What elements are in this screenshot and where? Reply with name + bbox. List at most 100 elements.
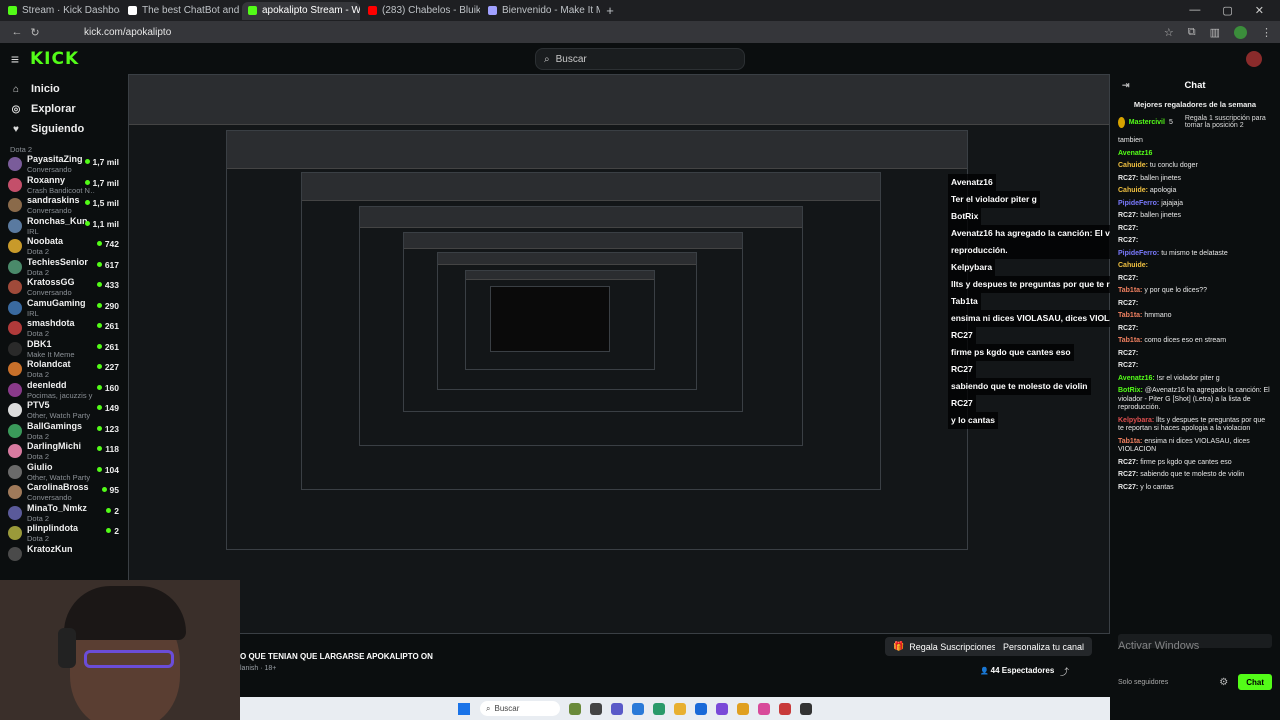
sidebar-channel[interactable]: CamuGaming IRL 290: [0, 298, 128, 319]
sidebar-channel[interactable]: TechiesSenior Dota 2 617: [0, 257, 128, 278]
stream-video-player[interactable]: Avenatz16 Ter el violador piter g BotRix Av…: [128, 74, 1110, 634]
app-icon[interactable]: [716, 702, 728, 715]
user-avatar[interactable]: [1246, 51, 1262, 67]
settings-icon[interactable]: ⚙: [1219, 677, 1228, 688]
sidebar-channel[interactable]: smashdota Dota 2 261: [0, 318, 128, 339]
sidebar-channel[interactable]: Giulio Other, Watch Party 104: [0, 462, 128, 483]
gift-icon: 🎁: [893, 641, 905, 651]
sidebar-channel[interactable]: CarolinaBross Conversando 95: [0, 482, 128, 503]
app-icon[interactable]: [611, 702, 623, 715]
minimize-icon[interactable]: —: [1189, 4, 1200, 17]
sidebar-nav-siguiendo[interactable]: ♥ Siguiendo: [0, 119, 128, 139]
chat-username[interactable]: RC27:: [1118, 212, 1138, 219]
sidebar-channel[interactable]: plinplindota Dota 22: [0, 523, 128, 544]
app-icon[interactable]: [758, 702, 770, 715]
kick-logo[interactable]: KICK: [30, 49, 79, 69]
chat-username[interactable]: RC27:: [1118, 175, 1138, 182]
profile-avatar[interactable]: [1234, 25, 1247, 39]
chat-username[interactable]: RC27:: [1118, 459, 1138, 466]
sidebar-channel[interactable]: PayasitaZing Conversando 1,7 mil: [0, 154, 128, 175]
browser-tab[interactable]: apokalipto Stream - Watch Live✕: [242, 1, 360, 20]
chat-username[interactable]: RC27:: [1118, 325, 1138, 332]
gift-subs-button[interactable]: 🎁 Regala Suscripciones: [885, 637, 1005, 656]
sidebar-channel[interactable]: MinaTo_Nmkz Dota 22: [0, 503, 128, 524]
sidebar-nav-inicio[interactable]: ⌂ Inicio: [0, 79, 128, 99]
app-icon[interactable]: [590, 702, 602, 715]
stream-tag[interactable]: lanish · 18+: [240, 665, 276, 672]
sidebar-channel[interactable]: DBK1 Make It Meme 261: [0, 339, 128, 360]
gifter-name[interactable]: Mastercivil: [1129, 119, 1165, 126]
sidebar-channel[interactable]: deenleddPocimas, jacuzzis y b…160: [0, 380, 128, 401]
browser-tab[interactable]: The best ChatBot and Widgets✕: [122, 2, 240, 20]
share-icon[interactable]: ⤴: [1060, 665, 1069, 678]
chat-username[interactable]: Cahuide:: [1118, 262, 1148, 269]
chat-username[interactable]: BotRix:: [1118, 387, 1143, 394]
url-field[interactable]: kick.com/apokalipto: [84, 27, 171, 38]
back-icon[interactable]: ←: [8, 26, 26, 38]
chat-message: RC27: ballen jinetes: [1110, 173, 1280, 186]
chrome-icon[interactable]: [737, 702, 749, 715]
sidebar-nav-explorar[interactable]: ◎ Explorar: [0, 99, 128, 119]
chat-username[interactable]: RC27:: [1118, 300, 1138, 307]
folder-icon[interactable]: [674, 702, 686, 715]
gift-prompt[interactable]: Regala 1 suscripción para tomar la posic…: [1185, 115, 1272, 129]
browser-tab[interactable]: Bienvenido - Make It Meme✕: [482, 2, 600, 20]
sidebar-channel[interactable]: Noobata Dota 2 742: [0, 236, 128, 257]
sidebar-channel[interactable]: DarlingMichi Dota 2 118: [0, 441, 128, 462]
chat-username[interactable]: Tab1ta:: [1118, 312, 1142, 319]
chat-username[interactable]: Cahuide:: [1118, 187, 1148, 194]
browser-tab[interactable]: (283) Chabelos - Bluiko y su…✕: [362, 2, 480, 20]
sidebar-nav-label: Siguiendo: [31, 123, 85, 135]
menu-icon[interactable]: ⋮: [1261, 26, 1272, 39]
chat-username[interactable]: RC27:: [1118, 225, 1138, 232]
hamburger-menu-icon[interactable]: ≡: [0, 51, 30, 67]
chat-username[interactable]: RC27:: [1118, 471, 1138, 478]
chat-username[interactable]: RC27:: [1118, 350, 1138, 357]
app-icon[interactable]: [653, 702, 665, 715]
chat-username[interactable]: PipideFerro:: [1118, 200, 1159, 207]
windows-start-icon[interactable]: [458, 702, 470, 715]
chat-username[interactable]: Tab1ta:: [1118, 337, 1142, 344]
app-icon[interactable]: [800, 702, 812, 715]
new-tab-button[interactable]: +: [600, 3, 620, 18]
sidebar-channel[interactable]: KratozKun: [0, 544, 128, 565]
chat-username[interactable]: Tab1ta:: [1118, 287, 1142, 294]
app-icon[interactable]: [632, 702, 644, 715]
sidebar-channel[interactable]: Roxanny Crash Bandicoot N… 1,7 mil: [0, 175, 128, 196]
chat-username[interactable]: Avenatz16: [1118, 150, 1152, 157]
app-icon[interactable]: [695, 702, 707, 715]
close-window-icon[interactable]: ✕: [1255, 4, 1264, 17]
app-icon[interactable]: [569, 702, 581, 715]
chat-username[interactable]: PipideFerro:: [1118, 250, 1159, 257]
channel-viewers: 2: [106, 526, 119, 536]
star-icon[interactable]: ☆: [1164, 26, 1174, 39]
browser-tab[interactable]: Stream · Kick Dashboard✕: [2, 2, 120, 20]
sidebar-channel[interactable]: Rolandcat Dota 2 227: [0, 359, 128, 380]
channel-viewers: 261: [97, 342, 119, 352]
channel-name: KratozKun: [27, 543, 73, 554]
sidebar-channel[interactable]: KratossGG Conversando 433: [0, 277, 128, 298]
chat-username[interactable]: Avenatz16:: [1118, 375, 1155, 382]
customize-channel-button[interactable]: Personaliza tu canal: [995, 637, 1093, 656]
sidebar-channel[interactable]: Ronchas_Kun IRL 1,1 mil: [0, 216, 128, 237]
chat-username[interactable]: RC27:: [1118, 484, 1138, 491]
sidepanel-icon[interactable]: ▥: [1210, 26, 1220, 39]
chat-username[interactable]: RC27:: [1118, 275, 1138, 282]
extensions-icon[interactable]: ⧉: [1188, 26, 1196, 39]
sidebar-channel[interactable]: PTV5 Other, Watch Party 149: [0, 400, 128, 421]
sidebar-channel[interactable]: sandraskins Conversando 1,5 mil: [0, 195, 128, 216]
collapse-chat-icon[interactable]: ⇥: [1122, 80, 1130, 91]
reload-icon[interactable]: ↻: [26, 26, 44, 39]
chat-messages: tambien Avenatz16 Cahuide: tu conclu doge…: [1110, 135, 1280, 494]
sidebar-channel[interactable]: BallGamings Dota 2 123: [0, 421, 128, 442]
send-chat-button[interactable]: Chat: [1238, 674, 1272, 690]
maximize-icon[interactable]: ▢: [1222, 4, 1232, 17]
chat-username[interactable]: Tab1ta:: [1118, 438, 1142, 445]
app-icon[interactable]: [779, 702, 791, 715]
chat-username[interactable]: Kelpybara:: [1118, 417, 1154, 424]
chat-username[interactable]: Cahuide:: [1118, 162, 1148, 169]
chat-username[interactable]: RC27:: [1118, 237, 1138, 244]
taskbar-search[interactable]: ⌕ Buscar: [480, 701, 560, 716]
search-input[interactable]: ⌕ Buscar: [535, 48, 745, 70]
chat-username[interactable]: RC27:: [1118, 362, 1138, 369]
